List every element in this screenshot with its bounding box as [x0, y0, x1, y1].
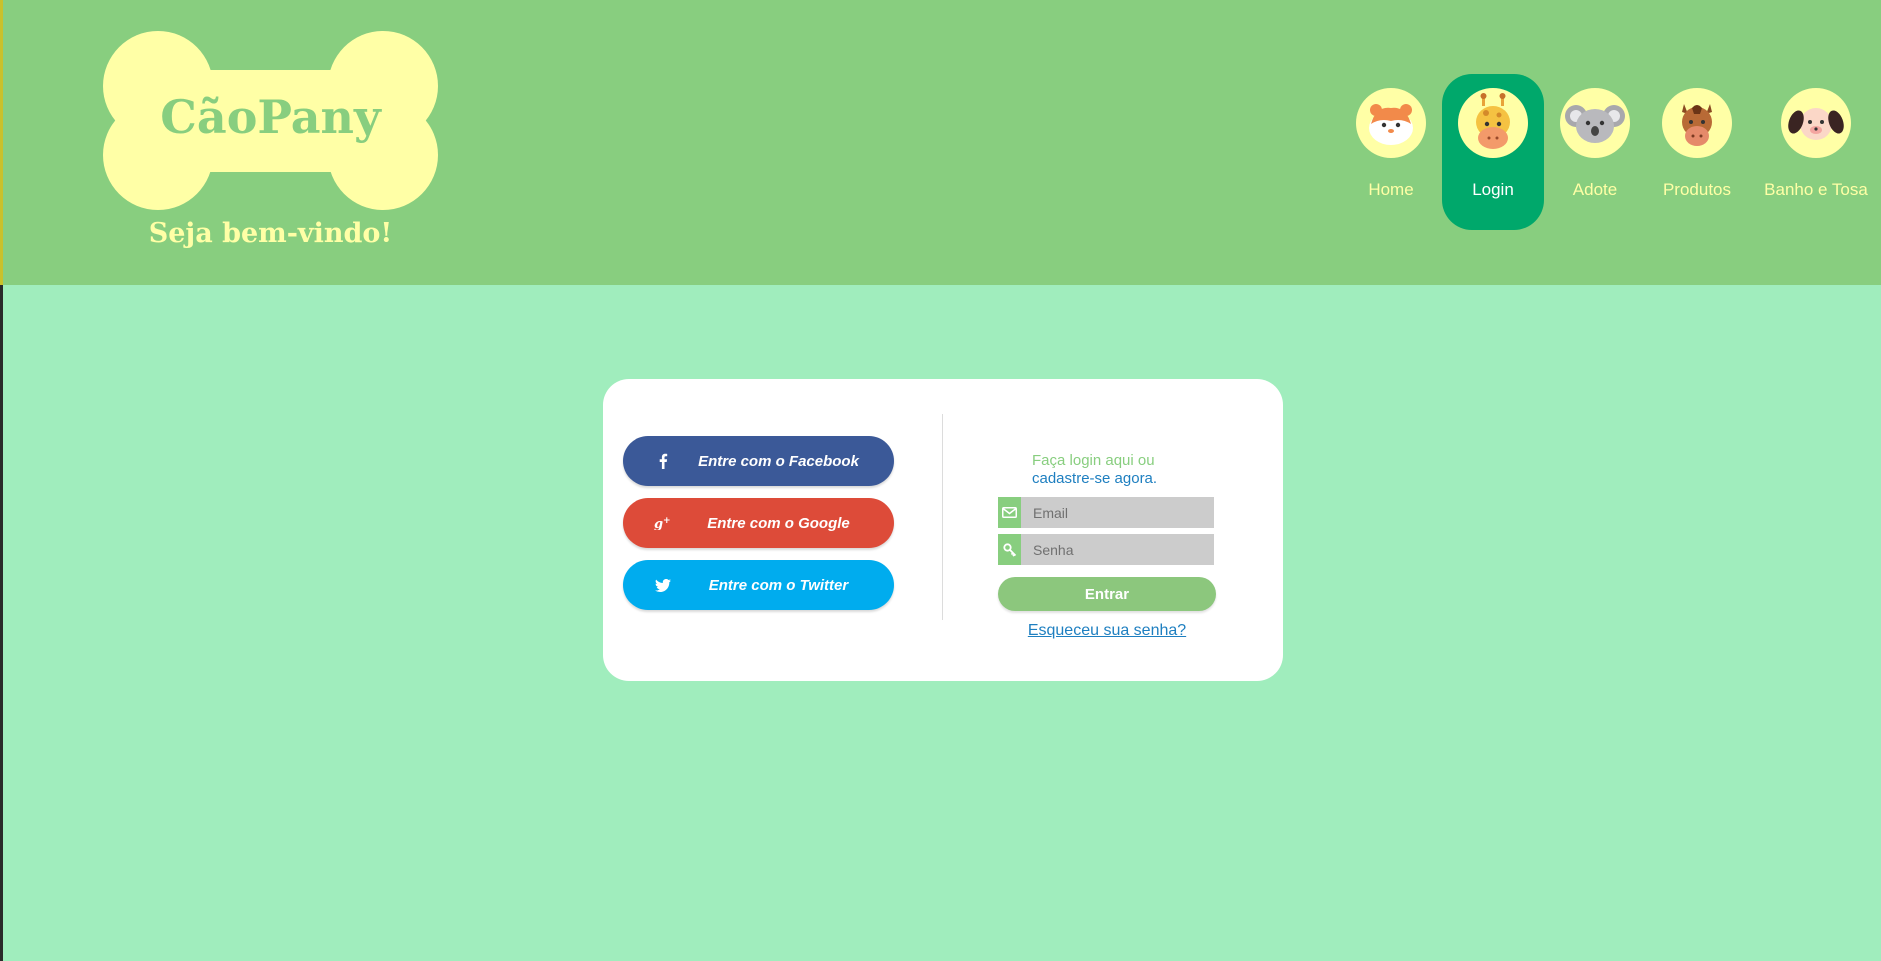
- login-submit-button[interactable]: Entrar: [998, 577, 1216, 611]
- main-nav: Home Login Adote Produtos Banho e Tosa: [3, 0, 1881, 285]
- twitter-icon: [643, 578, 683, 592]
- google-plus-icon: g +: [643, 516, 683, 530]
- nav-item-produtos[interactable]: Produtos: [1646, 74, 1748, 230]
- twitter-login-button[interactable]: Entre com o Twitter: [623, 560, 894, 610]
- koala-icon: [1560, 88, 1630, 158]
- google-login-label: Entre com o Google: [707, 514, 850, 532]
- login-card: Entre com o Facebook g + Entre com o Goo…: [603, 379, 1283, 681]
- nav-item-login[interactable]: Login: [1442, 74, 1544, 230]
- login-intro: Faça login aqui ou cadastre-se agora.: [1032, 452, 1157, 488]
- email-input[interactable]: [1021, 497, 1214, 528]
- dog-icon: [1781, 88, 1851, 158]
- signup-link[interactable]: cadastre-se agora.: [1032, 470, 1157, 488]
- forgot-password-link[interactable]: Esqueceu sua senha?: [998, 622, 1216, 640]
- nav-item-home[interactable]: Home: [1340, 74, 1442, 230]
- nav-item-adote[interactable]: Adote: [1544, 74, 1646, 230]
- site-header: CãoPany Seja bem-vindo! Home Login Adote…: [3, 0, 1881, 285]
- password-input[interactable]: [1021, 534, 1214, 565]
- hamster-icon: [1356, 88, 1426, 158]
- facebook-login-button[interactable]: Entre com o Facebook: [623, 436, 894, 486]
- svg-text:g: g: [654, 517, 663, 530]
- key-icon: [998, 534, 1021, 565]
- intro-text: Faça login aqui ou: [1032, 452, 1155, 469]
- divider: [942, 414, 943, 620]
- envelope-icon: [998, 497, 1021, 528]
- email-field: [998, 497, 1214, 528]
- google-login-button[interactable]: g + Entre com o Google: [623, 498, 894, 548]
- svg-text:+: +: [663, 516, 671, 526]
- facebook-login-label: Entre com o Facebook: [698, 452, 859, 470]
- giraffe-icon: [1458, 88, 1528, 158]
- horse-icon: [1662, 88, 1732, 158]
- password-field: [998, 534, 1214, 565]
- facebook-icon: [643, 453, 683, 469]
- twitter-login-label: Entre com o Twitter: [708, 576, 849, 594]
- nav-label: Banho e Tosa: [1764, 180, 1868, 199]
- nav-item-banho-e-tosa[interactable]: Banho e Tosa: [1764, 74, 1868, 230]
